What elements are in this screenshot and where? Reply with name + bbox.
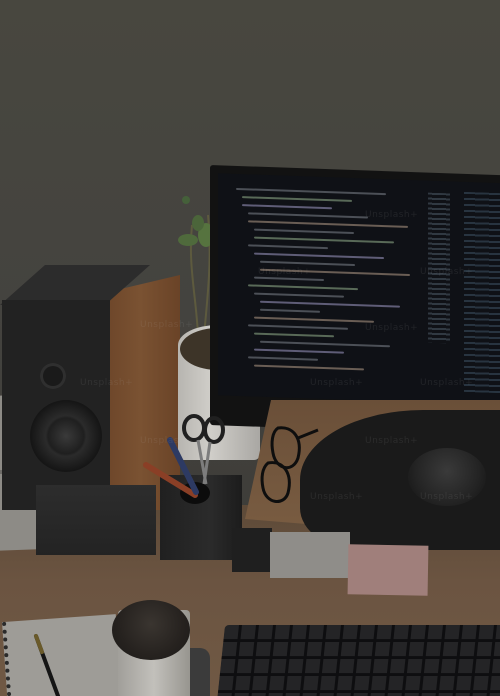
code-panel-right: [464, 191, 500, 394]
watermark-7: Unsplash+: [310, 378, 364, 388]
pen-icon: [34, 634, 60, 696]
watermark-9: Unsplash+: [140, 436, 194, 446]
sticky-note: [347, 544, 429, 596]
watermark-2: Unsplash+: [258, 267, 312, 277]
photo-scene: Unsplash+ Unsplash+ Unsplash+ Unsplash+ …: [0, 0, 500, 696]
watermark-8: Unsplash+: [420, 378, 474, 388]
watermark-3: Unsplash+: [420, 267, 474, 277]
watermark-6: Unsplash+: [80, 378, 134, 388]
monitor-screen: [218, 173, 500, 406]
watermark-1: Unsplash+: [365, 210, 419, 220]
keyboard: [215, 625, 500, 696]
coffee-lid: [112, 600, 190, 660]
watermark-5: Unsplash+: [365, 323, 419, 333]
speaker-tweeter: [40, 363, 66, 389]
monitor: [210, 165, 500, 436]
envelope: [270, 532, 350, 578]
speaker-woofer: [30, 400, 102, 472]
speaker-stand: [36, 485, 156, 555]
desk-box: [232, 528, 272, 572]
watermark-4: Unsplash+: [140, 320, 194, 330]
watermark-11: Unsplash+: [310, 492, 364, 502]
watermark-10: Unsplash+: [365, 436, 419, 446]
watermark-12: Unsplash+: [420, 492, 474, 502]
